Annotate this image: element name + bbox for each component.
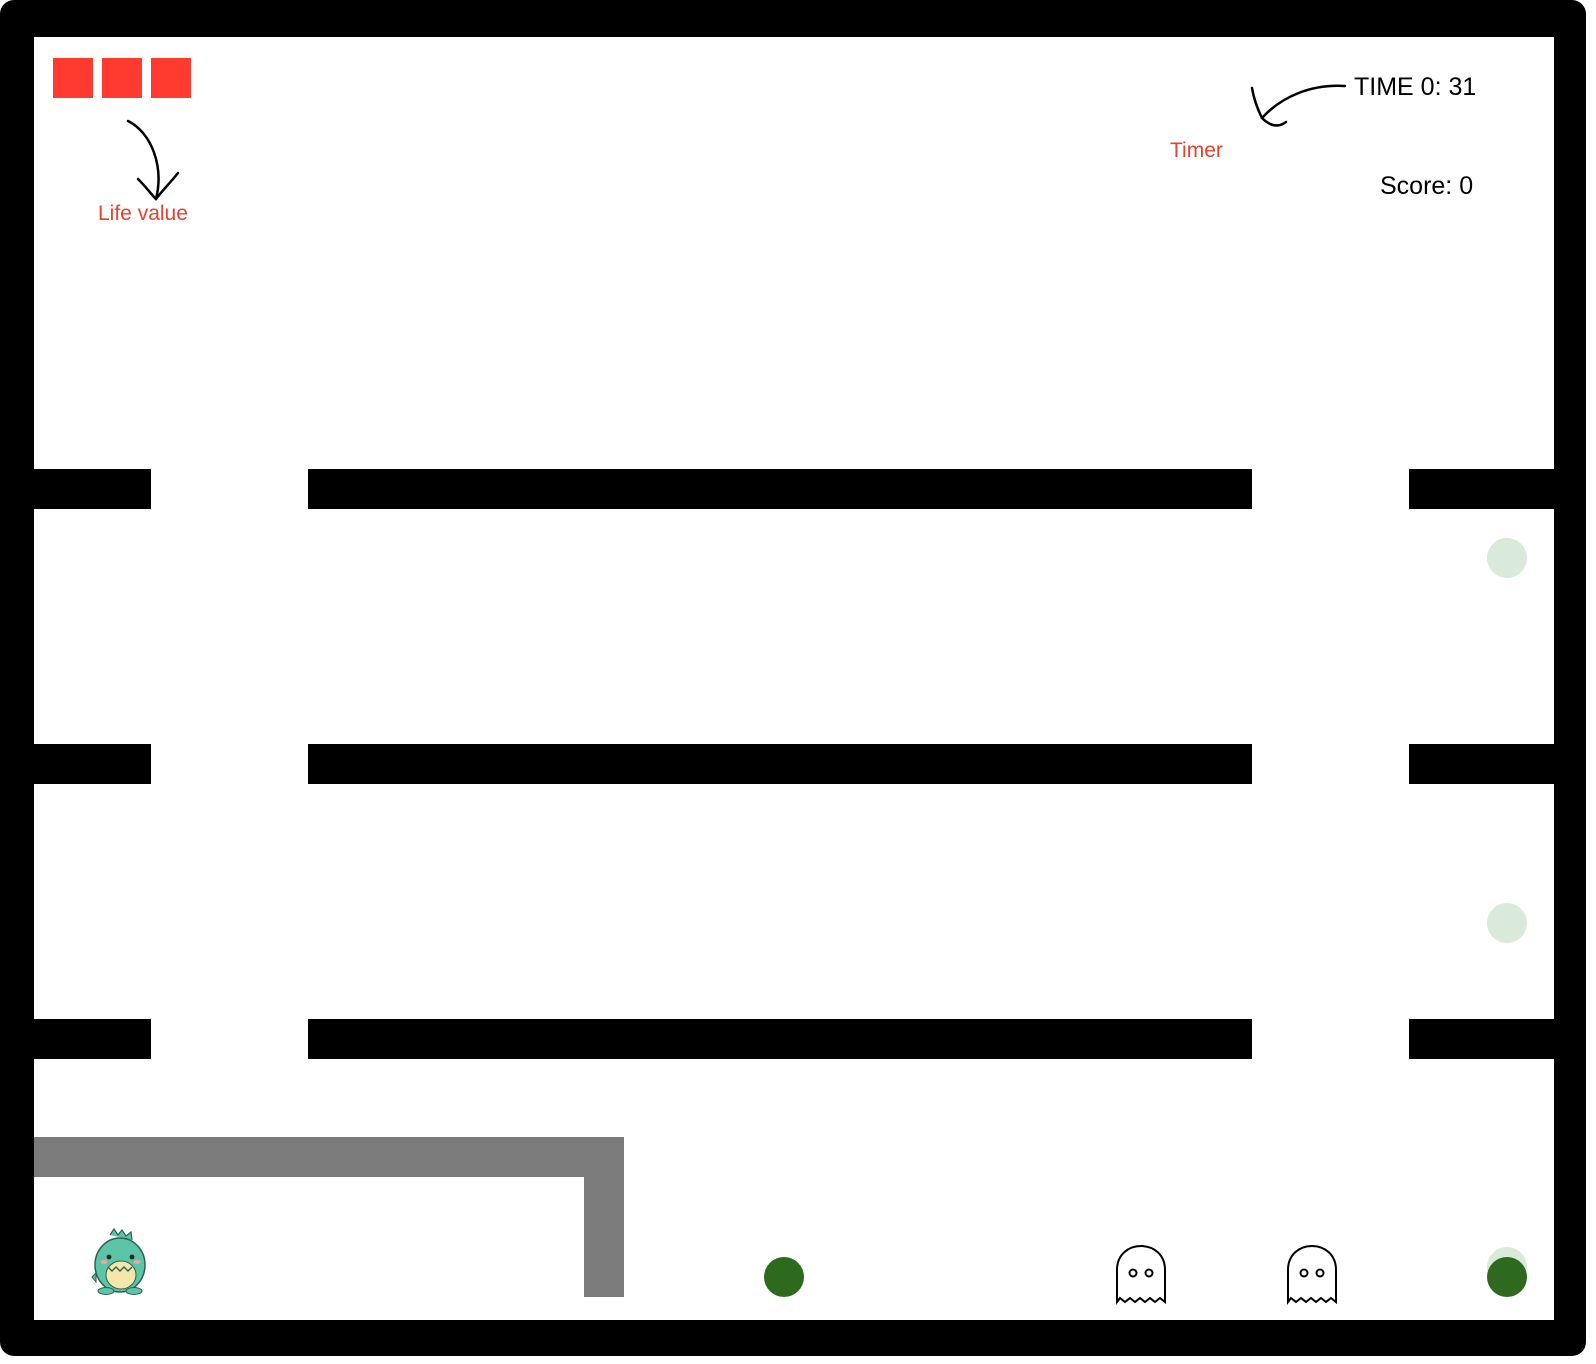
ghost-enemy-icon	[1287, 1244, 1337, 1305]
life-block-1	[53, 58, 93, 98]
dinosaur-player-icon	[91, 1227, 146, 1295]
life-value-label: Life value	[98, 202, 188, 225]
platform-wall	[308, 744, 1252, 784]
platform-wall	[1409, 1019, 1554, 1059]
timer-arrow-icon	[1250, 84, 1347, 127]
collectible-dot-faded	[1487, 538, 1527, 578]
platform-wall	[308, 469, 1252, 509]
ghost-enemy-icon	[1116, 1244, 1166, 1305]
collectible-dot	[764, 1257, 804, 1297]
platform-wall	[34, 744, 151, 784]
life-block-2	[102, 58, 142, 98]
platform-wall	[34, 469, 151, 509]
platform-wall	[34, 1019, 151, 1059]
game-field: Life value Timer TIME 0: 31 Score: 0	[34, 37, 1554, 1320]
time-display: TIME 0: 31	[1354, 73, 1477, 101]
collectible-dot	[1487, 1257, 1527, 1297]
start-pen-top	[34, 1137, 624, 1177]
collectible-dot-faded	[1487, 903, 1527, 943]
life-block-3	[151, 58, 191, 98]
platform-wall	[1409, 469, 1554, 509]
life-arrow-icon	[126, 119, 180, 201]
platform-wall	[1409, 744, 1554, 784]
score-display: Score: 0	[1380, 172, 1474, 200]
game-frame: Life value Timer TIME 0: 31 Score: 0	[0, 0, 1586, 1356]
platform-wall	[308, 1019, 1252, 1059]
start-pen-side	[584, 1137, 624, 1297]
timer-label: Timer	[1170, 139, 1223, 162]
